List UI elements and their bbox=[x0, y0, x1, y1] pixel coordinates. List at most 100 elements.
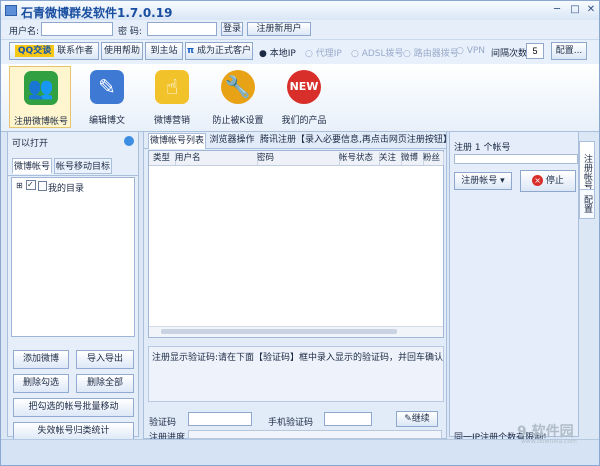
tab-config-vertical[interactable]: 配置 bbox=[579, 189, 595, 219]
pi-icon: π bbox=[186, 46, 195, 56]
continue-label: 继续 bbox=[411, 414, 430, 424]
minimize-button[interactable]: ─ bbox=[549, 4, 565, 17]
captcha-message-area: 注册显示验证码:请在下面【验证码】框中录入显示的验证码，并回车确认 bbox=[148, 346, 444, 402]
column-fans[interactable]: 粉丝 bbox=[423, 152, 444, 165]
contact-author-label: 联系作者 bbox=[57, 46, 94, 56]
tab-browser-operations[interactable]: 浏览器操作 bbox=[208, 133, 256, 148]
ribbon-register-accounts[interactable]: 👥 注册微博帐号 bbox=[9, 66, 71, 128]
feature-ribbon: 👥 注册微博帐号 ✎ 编辑博文 ☝ 微博营销 🔧 防止被K设置 NEW 我们的产… bbox=[1, 64, 599, 132]
username-input[interactable] bbox=[41, 22, 113, 36]
captcha-message: 注册显示验证码:请在下面【验证码】框中录入显示的验证码，并回车确认 bbox=[152, 353, 444, 363]
scrollbar-thumb[interactable] bbox=[161, 329, 397, 334]
tree-checkbox[interactable]: ✓ bbox=[26, 180, 36, 190]
radio-router-dial[interactable]: ○ 路由器拨号 bbox=[403, 46, 459, 59]
radio-adsl-dial[interactable]: ○ ADSL拨号 bbox=[351, 46, 404, 59]
tab-accounts[interactable]: 微博帐号 bbox=[12, 158, 52, 174]
column-weibo[interactable]: 微博 bbox=[401, 152, 424, 165]
left-panel-title: 可以打开 bbox=[12, 139, 49, 149]
register-control-panel: 注册 1 个帐号 注册帐号 ▾ × 停止 同一IP注册个数有限制! bbox=[449, 131, 579, 443]
router-dial-label: 路由器拨号 bbox=[413, 49, 459, 59]
home-button[interactable]: 到主站 bbox=[145, 42, 183, 60]
register-account-label: 注册帐号 bbox=[461, 176, 498, 186]
title-bar: 石青微博群发软件1.7.0.19 ─ □ ✕ bbox=[1, 1, 599, 21]
password-label: 密 码: bbox=[118, 27, 142, 37]
register-progress-bar bbox=[454, 154, 578, 164]
edit-icon: ✎ bbox=[90, 70, 124, 104]
login-row: 用户名: 密 码: 登录 注册新用户 bbox=[1, 20, 599, 39]
stop-icon: × bbox=[532, 175, 544, 186]
radio-proxy-ip[interactable]: ○ 代理IP bbox=[305, 46, 342, 59]
tree-expand-icon[interactable]: ⊞ bbox=[16, 181, 23, 190]
ribbon-label-register: 注册微博帐号 bbox=[13, 117, 68, 127]
ribbon-products[interactable]: NEW 我们的产品 bbox=[273, 66, 335, 128]
column-follow[interactable]: 关注 bbox=[379, 152, 402, 165]
ribbon-marketing[interactable]: ☝ 微博营销 bbox=[141, 66, 203, 128]
radio-local-ip[interactable]: ● 本地IP bbox=[259, 46, 296, 59]
directory-icon bbox=[38, 181, 47, 191]
delete-checked-button[interactable]: 删除勾选 bbox=[13, 374, 69, 393]
proxy-ip-label: 代理IP bbox=[315, 49, 342, 59]
register-account-dropdown[interactable]: 注册帐号 ▾ bbox=[454, 172, 512, 190]
ribbon-label-edit: 编辑博文 bbox=[88, 116, 125, 126]
add-weibo-button[interactable]: 添加微博 bbox=[13, 350, 69, 369]
stop-button[interactable]: × 停止 bbox=[520, 170, 576, 192]
captcha-input[interactable] bbox=[188, 412, 252, 426]
import-export-button[interactable]: 导入导出 bbox=[76, 350, 134, 369]
username-label: 用户名: bbox=[9, 27, 40, 37]
app-icon bbox=[5, 5, 17, 16]
info-icon[interactable] bbox=[124, 136, 134, 146]
main-toolbar: QQ交谈 联系作者 使用帮助 到主站 π 成为正式客户 ● 本地IP ○ 代理I… bbox=[1, 39, 599, 65]
register-user-button[interactable]: 注册新用户 bbox=[247, 22, 311, 36]
account-grid[interactable]: 类型 用户名 密码 帐号状态 关注 微博 粉丝 bbox=[148, 150, 444, 338]
column-type[interactable]: 类型 bbox=[153, 152, 176, 165]
ribbon-edit-post[interactable]: ✎ 编辑博文 bbox=[76, 66, 138, 128]
tab-account-list[interactable]: 微博帐号列表 bbox=[148, 133, 206, 149]
stop-label: 停止 bbox=[545, 176, 564, 186]
radio-vpn[interactable]: ○ VPN bbox=[456, 46, 485, 56]
users-icon: 👥 bbox=[24, 71, 58, 105]
config-button[interactable]: 配置... bbox=[551, 42, 587, 60]
grid-header: 类型 用户名 密码 帐号状态 关注 微博 粉丝 bbox=[149, 151, 444, 166]
tab-move-target[interactable]: 帐号移动目标 bbox=[54, 158, 112, 174]
close-button[interactable]: ✕ bbox=[583, 4, 599, 17]
ribbon-label-marketing: 微博营销 bbox=[153, 116, 190, 126]
column-password[interactable]: 密码 bbox=[257, 152, 340, 165]
status-bar bbox=[1, 439, 599, 465]
adsl-dial-label: ADSL拨号 bbox=[361, 49, 404, 59]
interval-stepper[interactable] bbox=[526, 43, 544, 59]
vpn-label: VPN bbox=[466, 46, 486, 56]
become-customer-label: 成为正式客户 bbox=[196, 46, 251, 56]
account-tree[interactable]: ⊞ ✓ 我的目录 bbox=[11, 177, 135, 337]
become-customer-button[interactable]: π 成为正式客户 bbox=[185, 42, 253, 60]
batch-move-button[interactable]: 把勾选的帐号批量移动 bbox=[13, 398, 134, 417]
window-title: 石青微博群发软件1.7.0.19 bbox=[21, 6, 173, 20]
continue-button[interactable]: ✎继续 bbox=[396, 411, 438, 427]
column-account-status[interactable]: 帐号状态 bbox=[339, 152, 380, 165]
contact-author-button[interactable]: QQ交谈 联系作者 bbox=[9, 42, 99, 60]
phone-captcha-input[interactable] bbox=[324, 412, 372, 426]
grid-horizontal-scrollbar[interactable] bbox=[149, 326, 443, 337]
account-panel: 可以打开 微博帐号 帐号移动目标 ⊞ ✓ 我的目录 添加微博 导入导出 删除勾选… bbox=[7, 131, 139, 441]
new-badge-icon: NEW bbox=[287, 70, 321, 104]
delete-all-button[interactable]: 删除全部 bbox=[76, 374, 134, 393]
password-input[interactable] bbox=[147, 22, 217, 36]
tab-tencent-register[interactable]: 腾讯注册【录入必要信息,再点击网页注册按钮】 bbox=[260, 133, 452, 148]
qq-chat-icon: QQ交谈 bbox=[14, 45, 55, 57]
wrench-icon: 🔧 bbox=[221, 70, 255, 104]
local-ip-label: 本地IP bbox=[269, 49, 296, 59]
column-username[interactable]: 用户名 bbox=[175, 152, 258, 165]
phone-captcha-label: 手机验证码 bbox=[268, 418, 314, 428]
registration-progress-bar bbox=[188, 430, 442, 439]
center-tabs: 微博帐号列表 浏览器操作 腾讯注册【录入必要信息,再点击网页注册按钮】 bbox=[144, 132, 452, 149]
tree-root-label: 我的目录 bbox=[48, 184, 85, 194]
chevron-down-icon: ▾ bbox=[500, 176, 505, 186]
maximize-button[interactable]: □ bbox=[567, 4, 583, 17]
hand-icon: ☝ bbox=[155, 70, 189, 104]
ribbon-label-anti-k: 防止被K设置 bbox=[212, 116, 264, 126]
register-count-status: 注册 1 个帐号 bbox=[454, 143, 511, 153]
help-button[interactable]: 使用帮助 bbox=[101, 42, 143, 60]
login-button[interactable]: 登录 bbox=[221, 22, 243, 36]
ribbon-anti-k[interactable]: 🔧 防止被K设置 bbox=[207, 66, 269, 128]
continue-icon: ✎ bbox=[404, 414, 412, 424]
watermark-site: www.downxia.com bbox=[521, 438, 577, 445]
